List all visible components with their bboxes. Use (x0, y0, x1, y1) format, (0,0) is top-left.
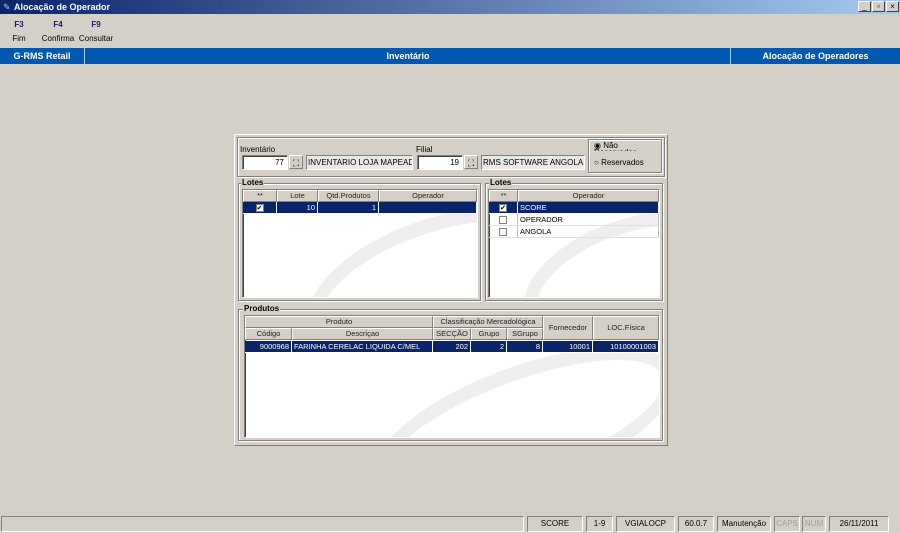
row-checkbox[interactable] (499, 216, 507, 225)
operadores-title: Lotes (489, 178, 513, 187)
inventario-search-button[interactable]: ⛶ (289, 155, 303, 169)
col-header[interactable]: Qtd.Produtos (318, 190, 379, 202)
shortcut-key: F4 (53, 20, 63, 29)
inventario-description: INVENTARIO LOJA MAPEADA (306, 155, 413, 170)
group-header: Produto (245, 316, 433, 328)
radio-label: Reservados (601, 158, 644, 167)
col-header[interactable]: SECÇÃO (433, 328, 471, 340)
col-header[interactable]: Fornecedor (543, 316, 593, 340)
operador-name: OPERADOR (518, 214, 659, 226)
shortcut-key: F3 (14, 20, 24, 29)
col-header[interactable]: Código (245, 328, 292, 340)
status-message (1, 516, 524, 532)
inventario-input[interactable]: 77 (242, 155, 288, 170)
col-header[interactable]: SGrupo (507, 328, 543, 340)
toolbar-confirma-button[interactable]: F4 Confirma (40, 20, 76, 43)
filial-search-button[interactable]: ⛶ (464, 155, 478, 169)
lotes-grid[interactable]: ** Lote Qtd.Produtos Operador ✔ 10 1 (242, 189, 478, 298)
loc-fisica-cell: 10100001003 (593, 341, 659, 353)
filial-label: Filial (416, 145, 433, 154)
binoculars-icon: ⛶ (467, 158, 475, 168)
toolbar-label: Fim (12, 34, 26, 43)
minimize-button[interactable]: _ (858, 1, 871, 12)
operador-name: SCORE (518, 202, 659, 214)
status-date: 26/11/2011 (829, 516, 889, 532)
col-header[interactable]: Lote (277, 190, 318, 202)
toolbar-label: Consultar (78, 34, 114, 43)
row-checkbox[interactable]: ✔ (499, 204, 507, 213)
col-header[interactable]: ** (489, 190, 518, 202)
filial-description: RMS SOFTWARE ANGOLA (481, 155, 585, 170)
binoculars-icon: ⛶ (292, 158, 300, 168)
lote-cell: 10 (277, 202, 318, 214)
row-checkbox[interactable] (499, 228, 507, 237)
seccao-cell: 202 (433, 341, 471, 353)
lotes-title: Lotes (241, 178, 265, 187)
reserva-radio-group: ◉ Não Reservados ○ Reservados (588, 139, 662, 173)
status-num: NUM (802, 516, 826, 532)
app-name: G-RMS Retail (0, 48, 85, 64)
sgrupo-cell: 8 (507, 341, 543, 353)
screen-name: Alocação de Operadores (730, 48, 900, 64)
codigo-cell: 9000968 (245, 341, 292, 353)
row-checkbox[interactable]: ✔ (255, 204, 264, 213)
header-bar: G-RMS Retail Inventário Alocação de Oper… (0, 48, 900, 64)
operador-cell (379, 202, 477, 214)
radio-reservados[interactable]: ○ Reservados (594, 158, 644, 167)
toolbar-consultar-button[interactable]: F9 Consultar (78, 20, 114, 43)
toolbar-label: Confirma (41, 34, 75, 43)
status-mode: Manutenção (717, 516, 771, 532)
app-icon: ✎ (3, 2, 11, 12)
status-program: VGIALOCP (616, 516, 675, 532)
status-code: 1-9 (586, 516, 613, 532)
produtos-grid[interactable]: Produto Classificação Mercadológica Forn… (244, 315, 660, 438)
grupo-cell: 2 (471, 341, 507, 353)
status-caps: CAPS (774, 516, 800, 532)
inventario-label: Inventário (240, 145, 276, 154)
module-name: Inventário (386, 51, 430, 61)
shortcut-key: F9 (91, 20, 101, 29)
restore-button[interactable]: ▫ (872, 1, 885, 12)
title-bar: Alocação de Operador (0, 0, 900, 14)
group-header: Classificação Mercadológica (433, 316, 543, 328)
descricao-cell: FARINHA CERELAC LIQUIDA C/MEL (292, 341, 433, 353)
col-header[interactable]: Grupo (471, 328, 507, 340)
toolbar-fim-button[interactable]: F3 Fim (8, 20, 30, 43)
status-user: SCORE (527, 516, 583, 532)
status-version: 60.0.7 (678, 516, 714, 532)
radio-nao-reservados[interactable]: ◉ Não Reservados (594, 142, 654, 151)
window-title: Alocação de Operador (14, 2, 111, 12)
produtos-title: Produtos (243, 304, 281, 313)
operadores-grid[interactable]: ** Operador ✔ SCORE OPERADOR ANGOLA (488, 189, 660, 298)
col-header[interactable]: Descriçao (292, 328, 433, 340)
operador-name: ANGOLA (518, 226, 659, 238)
radio-label: Não Reservados (594, 142, 637, 151)
filial-input[interactable]: 19 (417, 155, 463, 170)
close-button[interactable]: × (886, 1, 899, 12)
col-header[interactable]: Operador (518, 190, 659, 202)
col-header[interactable]: Operador (379, 190, 477, 202)
col-header[interactable]: LOC.Física (593, 316, 659, 340)
qtd-cell: 1 (318, 202, 379, 214)
fornecedor-cell: 10001 (543, 341, 593, 353)
col-header[interactable]: ** (243, 190, 277, 202)
